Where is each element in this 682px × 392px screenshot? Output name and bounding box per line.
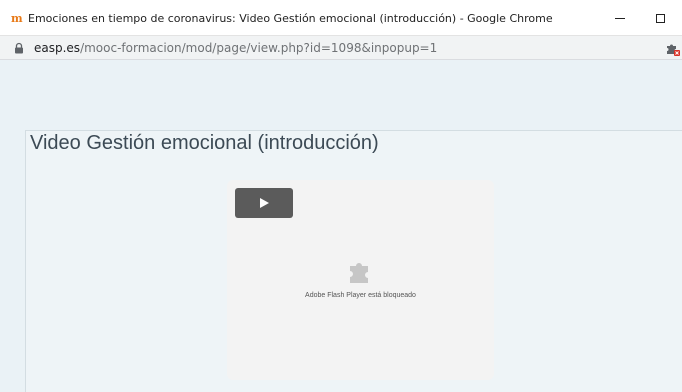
- lock-icon[interactable]: [13, 42, 25, 54]
- url-path: /mooc-formacion/mod/page/view.php?id=109…: [80, 41, 438, 55]
- address-bar[interactable]: easp.es/mooc-formacion/mod/page/view.php…: [0, 36, 682, 60]
- play-button[interactable]: [235, 188, 293, 218]
- play-icon: [259, 198, 269, 208]
- puzzle-icon: [350, 263, 368, 283]
- window-title: Emociones en tiempo de coronavirus: Vide…: [28, 12, 553, 25]
- url-text[interactable]: easp.es/mooc-formacion/mod/page/view.php…: [34, 41, 437, 55]
- flash-player-placeholder[interactable]: Adobe Flash Player está bloqueado: [227, 180, 494, 380]
- window-title-bar: m Emociones en tiempo de coronavirus: Vi…: [0, 0, 682, 36]
- page-title: Video Gestión emocional (introducción): [30, 132, 379, 154]
- minimize-button[interactable]: [600, 0, 640, 36]
- site-favicon-icon: m: [11, 12, 23, 25]
- flash-blocked-message: Adobe Flash Player está bloqueado: [305, 292, 416, 299]
- maximize-icon: [655, 13, 665, 23]
- puzzle-blocked-icon[interactable]: [664, 40, 680, 56]
- minimize-icon: [615, 17, 625, 19]
- url-host: easp.es: [34, 41, 81, 55]
- maximize-button[interactable]: [640, 0, 680, 36]
- page-body: Video Gestión emocional (introducción) A…: [0, 60, 682, 392]
